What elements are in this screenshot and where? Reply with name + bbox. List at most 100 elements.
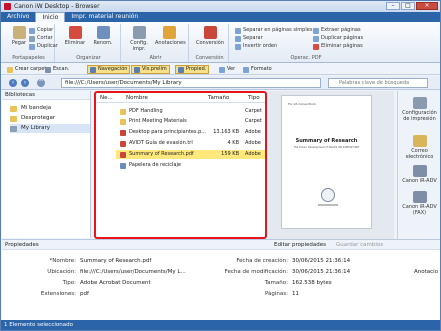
list-item[interactable]: Papelera de reciclaje xyxy=(116,161,265,170)
printer-icon xyxy=(132,26,146,39)
navigation-toggle[interactable]: Navegación xyxy=(87,65,131,74)
duplicate-button[interactable]: Duplicar xyxy=(29,43,58,50)
item-type: Adobe xyxy=(245,140,261,146)
copy-button[interactable]: Copiar xyxy=(29,27,53,34)
properties-label: Propied. xyxy=(186,66,207,72)
list-item[interactable]: AVIDT Guía de evasión.trl 4 KB Adobe xyxy=(116,139,265,148)
nav-label: Desprotegar xyxy=(21,115,56,121)
conversion-button[interactable]: Conversión xyxy=(196,26,224,46)
back-button[interactable]: ‹ xyxy=(9,79,17,87)
list-item-selected[interactable]: Summary of Research.pdf 159 KB Adobe xyxy=(116,150,265,159)
preview-pane: For I/A Consortium Summary of Research T… xyxy=(269,91,394,239)
scan-button[interactable]: Escan. xyxy=(43,65,71,74)
delete-icon xyxy=(68,26,82,39)
save-changes-button[interactable]: Guardar cambios xyxy=(336,240,383,250)
close-button[interactable]: ✕ xyxy=(416,2,438,10)
extract-pages-button[interactable]: Extraer páginas xyxy=(313,27,361,34)
folder-icon xyxy=(7,66,13,73)
tab-archivo[interactable]: Archivo xyxy=(1,12,35,22)
list-item[interactable]: Desktop para principiantes.p... 13.163 KB… xyxy=(116,128,265,137)
name-value[interactable]: Summary of Research.pdf xyxy=(80,258,151,264)
preview-header: For I/A Consortium xyxy=(288,102,316,106)
list-item[interactable]: Print Meeting Materials Carpet xyxy=(116,117,265,126)
format-dropdown[interactable]: Formato xyxy=(241,65,274,74)
scan-label: Escan. xyxy=(53,66,70,72)
view-icon xyxy=(219,66,225,73)
format-label: Formato xyxy=(251,66,272,72)
list-item[interactable]: PDF Handling Carpet xyxy=(116,107,265,116)
item-type: Adobe xyxy=(245,151,261,157)
item-name: Papelera de reciclaje xyxy=(129,162,181,168)
tab-impr-material[interactable]: Impr. material reunión xyxy=(65,12,144,22)
nav-item-my-library[interactable]: My Library xyxy=(10,124,90,133)
extension-value: pdf xyxy=(80,291,89,297)
navigation-pane: Bibliotecas Mi bandeja Desprotegar My Li… xyxy=(2,91,91,238)
output-label: Canon iR-ADV xyxy=(402,178,437,184)
print-settings-button[interactable]: Config. impr. xyxy=(125,26,153,52)
properties-pane: Propiedades Editar propiedades Guardar c… xyxy=(2,239,440,320)
group-portapapeles: Pegar Copiar Cortar Duplicar Portapapele… xyxy=(3,24,58,62)
address-bar: ‹ › ^ file:///C:/Users/user/Documents/My… xyxy=(1,76,440,90)
name-label: *Nombre: xyxy=(49,258,76,264)
view-dropdown[interactable]: Ver xyxy=(217,65,237,74)
annotations-label: Anotacio xyxy=(414,269,439,275)
edit-properties-button[interactable]: Editar propiedades xyxy=(274,240,326,250)
location-value: file:///C:/Users/user/Documents/My L... xyxy=(80,269,186,275)
email-output[interactable]: Correo electrónico xyxy=(399,135,440,160)
up-button[interactable]: ^ xyxy=(37,79,45,87)
nav-item-mi-bandeja[interactable]: Mi bandeja xyxy=(10,104,90,113)
maximize-button[interactable]: □ xyxy=(401,2,415,10)
preview-toggle[interactable]: Vis.prelim xyxy=(131,65,170,74)
recycle-bin-icon xyxy=(120,163,126,169)
item-name: Desktop para principiantes.p... xyxy=(129,129,207,135)
extract-label: Extraer páginas xyxy=(321,27,361,33)
conversion-label: Conversión xyxy=(196,40,225,46)
column-nombre[interactable]: Nombre xyxy=(126,95,148,101)
modified-label: Fecha de modificación: xyxy=(224,269,288,275)
delete-button[interactable]: Eliminar xyxy=(61,26,89,46)
delete-pages-button[interactable]: Eliminar páginas xyxy=(313,43,363,50)
rename-button[interactable]: Renom. xyxy=(89,26,117,46)
reverse-order-button[interactable]: Invertir orden xyxy=(235,43,277,50)
document-preview[interactable]: For I/A Consortium Summary of Research T… xyxy=(281,95,372,229)
size-value: 162.538 bytes xyxy=(292,280,332,286)
annotations-button[interactable]: Anotaciones xyxy=(155,26,186,46)
size-label: Tamaño: xyxy=(264,280,288,286)
app-window: Canon iW Desktop - Browser – □ ✕ Archivo… xyxy=(0,0,441,331)
properties-title: Propiedades xyxy=(5,242,39,248)
print-settings-output[interactable]: Configuración de impresión xyxy=(399,97,440,122)
address-input[interactable]: file:///C:/Users/user/Documents/My Libra… xyxy=(61,78,321,88)
properties-toggle[interactable]: Propied. xyxy=(175,65,210,74)
cut-button[interactable]: Cortar xyxy=(29,35,53,42)
window-title: Canon iW Desktop - Browser xyxy=(14,3,100,10)
rename-icon xyxy=(96,26,110,39)
item-type: Adobe xyxy=(245,129,261,135)
split-button[interactable]: Separar xyxy=(235,35,263,42)
pdf-convert-icon xyxy=(203,26,217,39)
canon-iradv-output[interactable]: Canon iR-ADV xyxy=(399,165,440,184)
split-single-pages-button[interactable]: Separar en páginas simples xyxy=(235,27,312,34)
paste-label: Pegar xyxy=(11,40,27,46)
duplicate-label: Duplicar xyxy=(37,43,58,49)
minimize-button[interactable]: – xyxy=(386,2,400,10)
column-tamano[interactable]: Tamaño xyxy=(208,95,229,101)
scanner-icon xyxy=(45,66,51,73)
scissors-icon xyxy=(29,35,35,42)
annotation-icon xyxy=(162,26,176,39)
search-input[interactable]: Palabras clave de búsqueda xyxy=(328,78,428,88)
forward-button[interactable]: › xyxy=(21,79,29,87)
annotations-label: Anotaciones xyxy=(155,40,186,46)
type-value: Adobe Acrobat Document xyxy=(80,280,151,286)
app-icon xyxy=(4,3,11,10)
libraries-header: Bibliotecas xyxy=(2,91,90,100)
output-label: Correo electrónico xyxy=(405,148,434,160)
canon-iradv-fax-output[interactable]: Canon iR-ADV (FAX) xyxy=(399,191,440,216)
column-ne[interactable]: Ne... xyxy=(100,95,113,101)
view-toolbar: Crear carpeta Escan. Navegación Vis.prel… xyxy=(1,64,440,75)
modified-value: 30/06/2015 21:36:14 xyxy=(292,269,351,275)
column-tipo[interactable]: Tipo xyxy=(248,95,260,101)
duplicate-pages-button[interactable]: Duplicar páginas xyxy=(313,35,363,42)
nav-item-desprotegar[interactable]: Desprotegar xyxy=(10,114,90,123)
column-headers: Ne... Nombre Tamaño Tipo xyxy=(96,93,265,103)
tab-inicio[interactable]: Inicio xyxy=(35,12,66,22)
